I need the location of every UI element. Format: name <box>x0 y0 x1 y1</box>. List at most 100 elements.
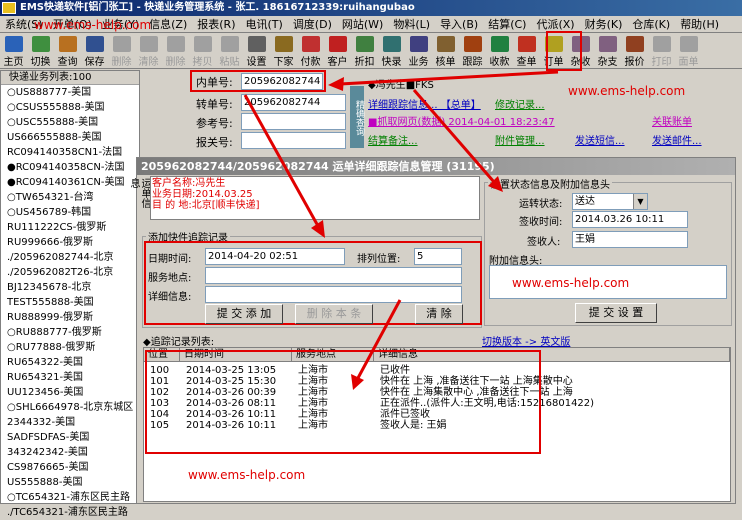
ref-no-input[interactable] <box>241 113 346 130</box>
toolbar-button-12[interactable]: 客户 <box>324 33 351 68</box>
menu-item-8[interactable]: 物料(L) <box>388 16 435 32</box>
business-list-item[interactable]: ○RU77888-俄罗斯 <box>7 340 139 355</box>
business-list-item[interactable]: RU111222CS-俄罗斯 <box>7 220 139 235</box>
business-list-item[interactable]: RU654322-美国 <box>7 355 139 370</box>
toolbar-button-22[interactable]: 杂支 <box>594 33 621 68</box>
time-input[interactable]: 2014-04-20 02:51 <box>205 248 345 265</box>
switch-english-link[interactable]: 切换版本 -> 英文版 <box>482 333 570 348</box>
menu-item-5[interactable]: 电讯(T) <box>241 16 288 32</box>
toolbar-button-25[interactable]: 面单 <box>675 33 702 68</box>
send-mail-link[interactable]: 发送邮件... <box>652 132 702 147</box>
business-list-item[interactable]: RU888999-俄罗斯 <box>7 310 139 325</box>
attachment-link[interactable]: 附件管理... <box>495 132 545 147</box>
menu-item-7[interactable]: 网站(W) <box>337 16 388 32</box>
business-list-item[interactable]: ○CSUS555888-美国 <box>7 100 139 115</box>
position-input[interactable]: 5 <box>414 248 462 265</box>
toolbar-button-3[interactable]: 保存 <box>81 33 108 68</box>
detail-input[interactable] <box>205 286 462 303</box>
menu-item-10[interactable]: 结算(C) <box>483 16 531 32</box>
settle-note-link[interactable]: 结算备注... <box>368 132 418 147</box>
menu-item-4[interactable]: 报表(R) <box>192 16 240 32</box>
business-list-item[interactable]: RU999666-俄罗斯 <box>7 235 139 250</box>
exact-query-tab[interactable]: 精确查询 <box>350 86 364 148</box>
business-list-item[interactable]: ○TW654321-台湾 <box>7 190 139 205</box>
toolbar-label: 跟踪 <box>462 57 483 68</box>
related-bill-link[interactable]: 关联账单 <box>652 113 692 128</box>
business-list-item[interactable]: ./205962082T26-北京 <box>7 265 139 280</box>
fetch-web-link[interactable]: ■抓取网页(数据) 2014-04-01 18:23:47 <box>368 113 555 128</box>
toolbar-button-18[interactable]: 收款 <box>486 33 513 68</box>
menu-item-12[interactable]: 财务(K) <box>580 16 628 32</box>
toolbar-button-23[interactable]: 报价 <box>621 33 648 68</box>
business-list-item[interactable]: CS9876665-美国 <box>7 460 139 475</box>
waybill-info-tab[interactable]: 运单信息 <box>128 178 150 214</box>
business-list-item[interactable]: ○RU888777-俄罗斯 <box>7 325 139 340</box>
toolbar-button-11[interactable]: 付款 <box>297 33 324 68</box>
menu-item-9[interactable]: 导入(B) <box>435 16 483 32</box>
clear-button[interactable]: 清 除 <box>415 304 463 324</box>
business-list-item[interactable]: ./TC654321-浦东区民主路 <box>7 505 139 520</box>
arrow-head-inner-no <box>328 77 344 91</box>
toolbar-button-13[interactable]: 折扣 <box>351 33 378 68</box>
declare-no-input[interactable] <box>241 132 346 149</box>
business-list-item[interactable]: ○TC654321-浦东区民主路 <box>7 490 139 505</box>
trans-no-input[interactable]: 205962082744 <box>241 94 346 111</box>
toolbar-button-4[interactable]: 删除 <box>108 33 135 68</box>
toolbar-button-1[interactable]: 切换 <box>27 33 54 68</box>
delete-record-button[interactable]: 删 除 本 条 <box>295 304 373 324</box>
submit-add-button[interactable]: 提 交 添 加 <box>205 304 283 324</box>
inner-no-input[interactable]: 205962082744 <box>241 73 323 90</box>
business-list-item[interactable]: ○US888777-美国 <box>7 85 139 100</box>
menu-item-6[interactable]: 调度(D) <box>288 16 337 32</box>
business-list-item[interactable]: ○USC555888-美国 <box>7 115 139 130</box>
submit-settings-button[interactable]: 提 交 设 置 <box>575 303 657 323</box>
toolbar-button-8[interactable]: 粘贴 <box>216 33 243 68</box>
menu-item-3[interactable]: 信息(Z) <box>144 16 192 32</box>
business-list-item[interactable]: BJ12345678-北京 <box>7 280 139 295</box>
quick-entry-icon <box>382 36 401 52</box>
business-list-item[interactable]: 343242342-美国 <box>7 445 139 460</box>
toolbar-label: 主页 <box>3 57 24 68</box>
toolbar-button-17[interactable]: 跟踪 <box>459 33 486 68</box>
business-list-item[interactable]: SADFSDFAS-美国 <box>7 430 139 445</box>
toolbar-button-7[interactable]: 拷贝 <box>189 33 216 68</box>
ship-status-select[interactable]: 送达 ▼ <box>572 193 648 210</box>
toolbar-button-5[interactable]: 清除 <box>135 33 162 68</box>
menu-item-13[interactable]: 仓库(K) <box>627 16 675 32</box>
business-list-item[interactable]: ./205962082744-北京 <box>7 250 139 265</box>
chevron-down-icon: ▼ <box>633 194 647 209</box>
business-list-item[interactable]: UU123456-美国 <box>7 385 139 400</box>
modify-record-link[interactable]: 修改记录... <box>495 96 545 111</box>
menu-item-14[interactable]: 帮助(H) <box>675 16 724 32</box>
toolbar-button-2[interactable]: 查询 <box>54 33 81 68</box>
business-list-item[interactable]: RC094140358CN1-法国 <box>7 145 139 160</box>
place-label: 服务地点: <box>148 273 192 284</box>
toolbar-button-9[interactable]: 设置 <box>243 33 270 68</box>
business-list-item[interactable]: RU654321-美国 <box>7 370 139 385</box>
sign-time-label: 签收时间: <box>519 217 563 228</box>
toolbar-button-14[interactable]: 快录 <box>378 33 405 68</box>
send-sms-link[interactable]: 发送短信... <box>575 132 625 147</box>
business-list-item[interactable]: ●RC094140361CN-美国 <box>7 175 139 190</box>
toolbar-button-6[interactable]: 删除 <box>162 33 189 68</box>
business-list-item[interactable]: TEST555888-美国 <box>7 295 139 310</box>
sign-time-input[interactable]: 2014.03.26 10:11 <box>572 211 688 228</box>
toolbar-button-0[interactable]: 主页 <box>0 33 27 68</box>
place-input[interactable] <box>205 267 462 284</box>
toolbar-button-15[interactable]: 业务 <box>405 33 432 68</box>
tracking-detail-link[interactable]: 详细跟踪信息... 【总单】 <box>368 96 481 111</box>
business-list-item[interactable]: 2344332-美国 <box>7 415 139 430</box>
signer-input[interactable]: 王娟 <box>572 231 688 248</box>
toolbar-button-19[interactable]: 查单 <box>513 33 540 68</box>
business-list-item[interactable]: US666555888-美国 <box>7 130 139 145</box>
business-list-item[interactable]: ●RC094140358CN-法国 <box>7 160 139 175</box>
ship-status-label: 运转状态: <box>519 199 563 210</box>
switch-icon <box>31 36 50 52</box>
declare-no-label: 报关号: <box>196 136 233 149</box>
toolbar-button-24[interactable]: 打印 <box>648 33 675 68</box>
toolbar-button-16[interactable]: 核单 <box>432 33 459 68</box>
business-list-item[interactable]: ○SHL6664978-北京东城区 <box>7 400 139 415</box>
business-list-item[interactable]: ○US456789-韩国 <box>7 205 139 220</box>
toolbar-button-10[interactable]: 下家 <box>270 33 297 68</box>
business-list-item[interactable]: US555888-美国 <box>7 475 139 490</box>
